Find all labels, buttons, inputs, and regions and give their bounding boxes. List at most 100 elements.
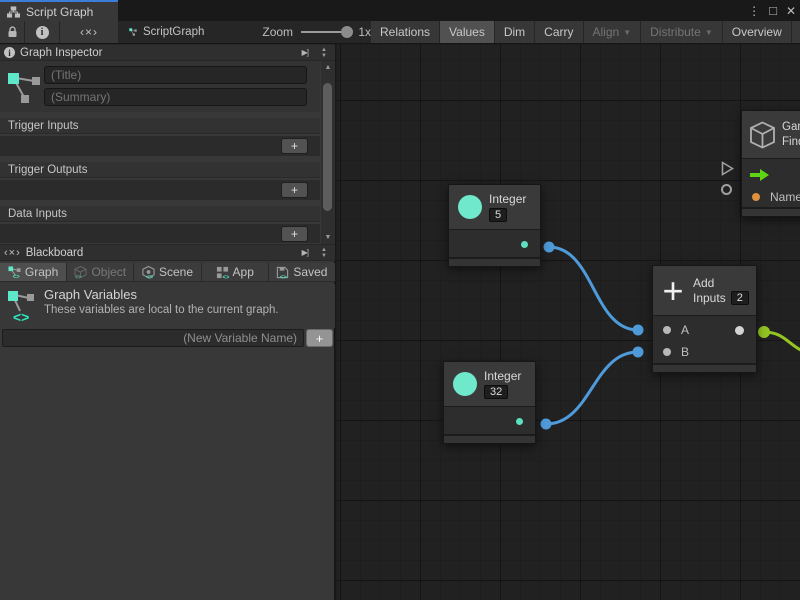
- graph-canvas[interactable]: Integer 5 Integer 32: [336, 44, 800, 600]
- inspector-scrollbar[interactable]: ▲ ▼: [321, 61, 335, 244]
- edit-graph-button[interactable]: ‹×›: [60, 21, 119, 43]
- dock-icon[interactable]: ▶]: [302, 248, 308, 257]
- add-data-input-button[interactable]: +: [281, 226, 308, 242]
- port-row-b: B: [653, 341, 756, 363]
- svg-text:<>: <>: [13, 274, 21, 278]
- code-tag-icon: ‹×›: [4, 247, 21, 259]
- node-gameobject-find[interactable]: Game Find Name: [741, 110, 800, 217]
- wire-add-output[interactable]: [764, 332, 800, 354]
- integer-value-field[interactable]: 32: [484, 385, 508, 399]
- app-icon: <>: [216, 266, 229, 279]
- tab-graph[interactable]: <> Graph: [0, 263, 67, 281]
- wire-integer5-to-add-a[interactable]: [549, 247, 638, 330]
- trigger-outputs-row: +: [0, 180, 320, 200]
- close-button[interactable]: ✕: [786, 4, 796, 18]
- tab-app[interactable]: <> App: [202, 263, 269, 281]
- save-icon: <>: [276, 266, 289, 279]
- node-integer-5[interactable]: Integer 5: [448, 184, 541, 267]
- chevron-down-icon: ▼: [705, 28, 713, 37]
- graph-info-block: [0, 61, 320, 112]
- node-footer[interactable]: [653, 363, 756, 372]
- script-graph-window: Script Graph ⋮ □ ✕ i ‹×›: [0, 0, 800, 600]
- lock-button[interactable]: [0, 21, 25, 43]
- code-tag-icon: ‹×›: [80, 25, 98, 39]
- output-port[interactable]: [516, 418, 523, 425]
- panel-scroll-arrows[interactable]: ▲▼: [317, 247, 331, 259]
- node-footer[interactable]: [449, 257, 540, 266]
- add-trigger-input-button[interactable]: +: [281, 138, 308, 154]
- node-add[interactable]: + Add Inputs 2 A: [652, 265, 757, 373]
- section-data-inputs: Data Inputs: [0, 206, 320, 222]
- info-button[interactable]: i: [25, 21, 60, 43]
- zoom-slider-handle[interactable]: [341, 26, 353, 38]
- tab-scene[interactable]: <> Scene: [134, 263, 201, 281]
- data-input-port[interactable]: [721, 184, 732, 195]
- trigger-arrow-icon[interactable]: [750, 169, 769, 181]
- scrollbar-thumb[interactable]: [323, 83, 332, 211]
- full-screen-button[interactable]: Full Screen: [792, 21, 800, 43]
- panel-scroll-arrows[interactable]: ▲▼: [317, 47, 331, 59]
- titlebar: Script Graph ⋮ □ ✕: [0, 0, 800, 21]
- values-button[interactable]: Values: [440, 21, 495, 43]
- graph-icon: [129, 25, 137, 39]
- wire-endpoint[interactable]: [633, 325, 644, 336]
- node-title: Add: [693, 276, 749, 290]
- trigger-input-port[interactable]: [721, 161, 734, 176]
- maximize-button[interactable]: □: [769, 3, 777, 18]
- dock-icon[interactable]: ▶]: [302, 48, 308, 57]
- node-title: Integer: [484, 369, 521, 383]
- toolbar-buttons: Relations Values Dim Carry Align ▼ Distr…: [371, 21, 800, 43]
- output-port[interactable]: [735, 326, 744, 335]
- tab-object[interactable]: <> Object: [67, 263, 134, 281]
- section-trigger-inputs: Trigger Inputs: [0, 118, 320, 134]
- zoom-slider[interactable]: [301, 21, 351, 43]
- tab-script-graph[interactable]: Script Graph: [0, 0, 118, 21]
- graph-variables-block: <> Graph Variables These variables are l…: [0, 284, 335, 328]
- input-port-name[interactable]: [752, 193, 760, 201]
- info-icon: i: [4, 47, 15, 58]
- wire-endpoint[interactable]: [541, 419, 552, 430]
- sidebar: i Graph Inspector ▶] ▲▼: [0, 44, 335, 600]
- data-inputs-row: +: [0, 224, 320, 243]
- integer-value-field[interactable]: 5: [489, 208, 507, 222]
- graph-variables-icon: <>: [7, 289, 37, 325]
- title-input[interactable]: [44, 66, 307, 84]
- node-footer[interactable]: [444, 434, 535, 443]
- svg-text:<>: <>: [222, 275, 229, 279]
- graph-name-label[interactable]: ScriptGraph: [143, 26, 204, 38]
- zoom-label: Zoom: [262, 25, 293, 39]
- input-port-a[interactable]: [663, 326, 671, 334]
- node-footer[interactable]: [742, 207, 800, 216]
- graph-inspector-title: Graph Inspector: [20, 47, 102, 59]
- scroll-up-icon[interactable]: ▲: [321, 64, 335, 71]
- summary-input[interactable]: [44, 88, 307, 106]
- node-title: Integer: [489, 192, 526, 206]
- wire-endpoint[interactable]: [544, 242, 555, 253]
- add-variable-button[interactable]: +: [306, 329, 333, 347]
- trigger-port-row: [742, 163, 800, 186]
- tab-saved[interactable]: <> Saved: [269, 263, 335, 281]
- scroll-down-icon[interactable]: ▼: [321, 234, 335, 241]
- align-dropdown[interactable]: Align ▼: [584, 21, 642, 43]
- output-port[interactable]: [521, 241, 528, 248]
- input-port-b[interactable]: [663, 348, 671, 356]
- scene-icon: <>: [142, 266, 155, 279]
- wire-endpoint[interactable]: [633, 347, 644, 358]
- wire-endpoint[interactable]: [758, 326, 770, 338]
- carry-button[interactable]: Carry: [535, 21, 583, 43]
- overview-button[interactable]: Overview: [723, 21, 792, 43]
- inputs-count-field[interactable]: 2: [731, 291, 749, 305]
- new-variable-input[interactable]: [2, 329, 304, 347]
- tab-label: Script Graph: [26, 5, 93, 19]
- node-integer-32[interactable]: Integer 32: [443, 361, 536, 444]
- svg-text:<>: <>: [146, 275, 154, 279]
- hierarchy-icon: [7, 6, 20, 18]
- wire-integer32-to-add-b[interactable]: [546, 352, 638, 424]
- relations-button[interactable]: Relations: [371, 21, 440, 43]
- cube-icon: <>: [74, 266, 87, 279]
- dim-button[interactable]: Dim: [495, 21, 535, 43]
- distribute-dropdown[interactable]: Distribute ▼: [641, 21, 723, 43]
- info-icon: i: [36, 26, 49, 39]
- add-trigger-output-button[interactable]: +: [281, 182, 308, 198]
- window-menu-button[interactable]: ⋮: [748, 4, 760, 18]
